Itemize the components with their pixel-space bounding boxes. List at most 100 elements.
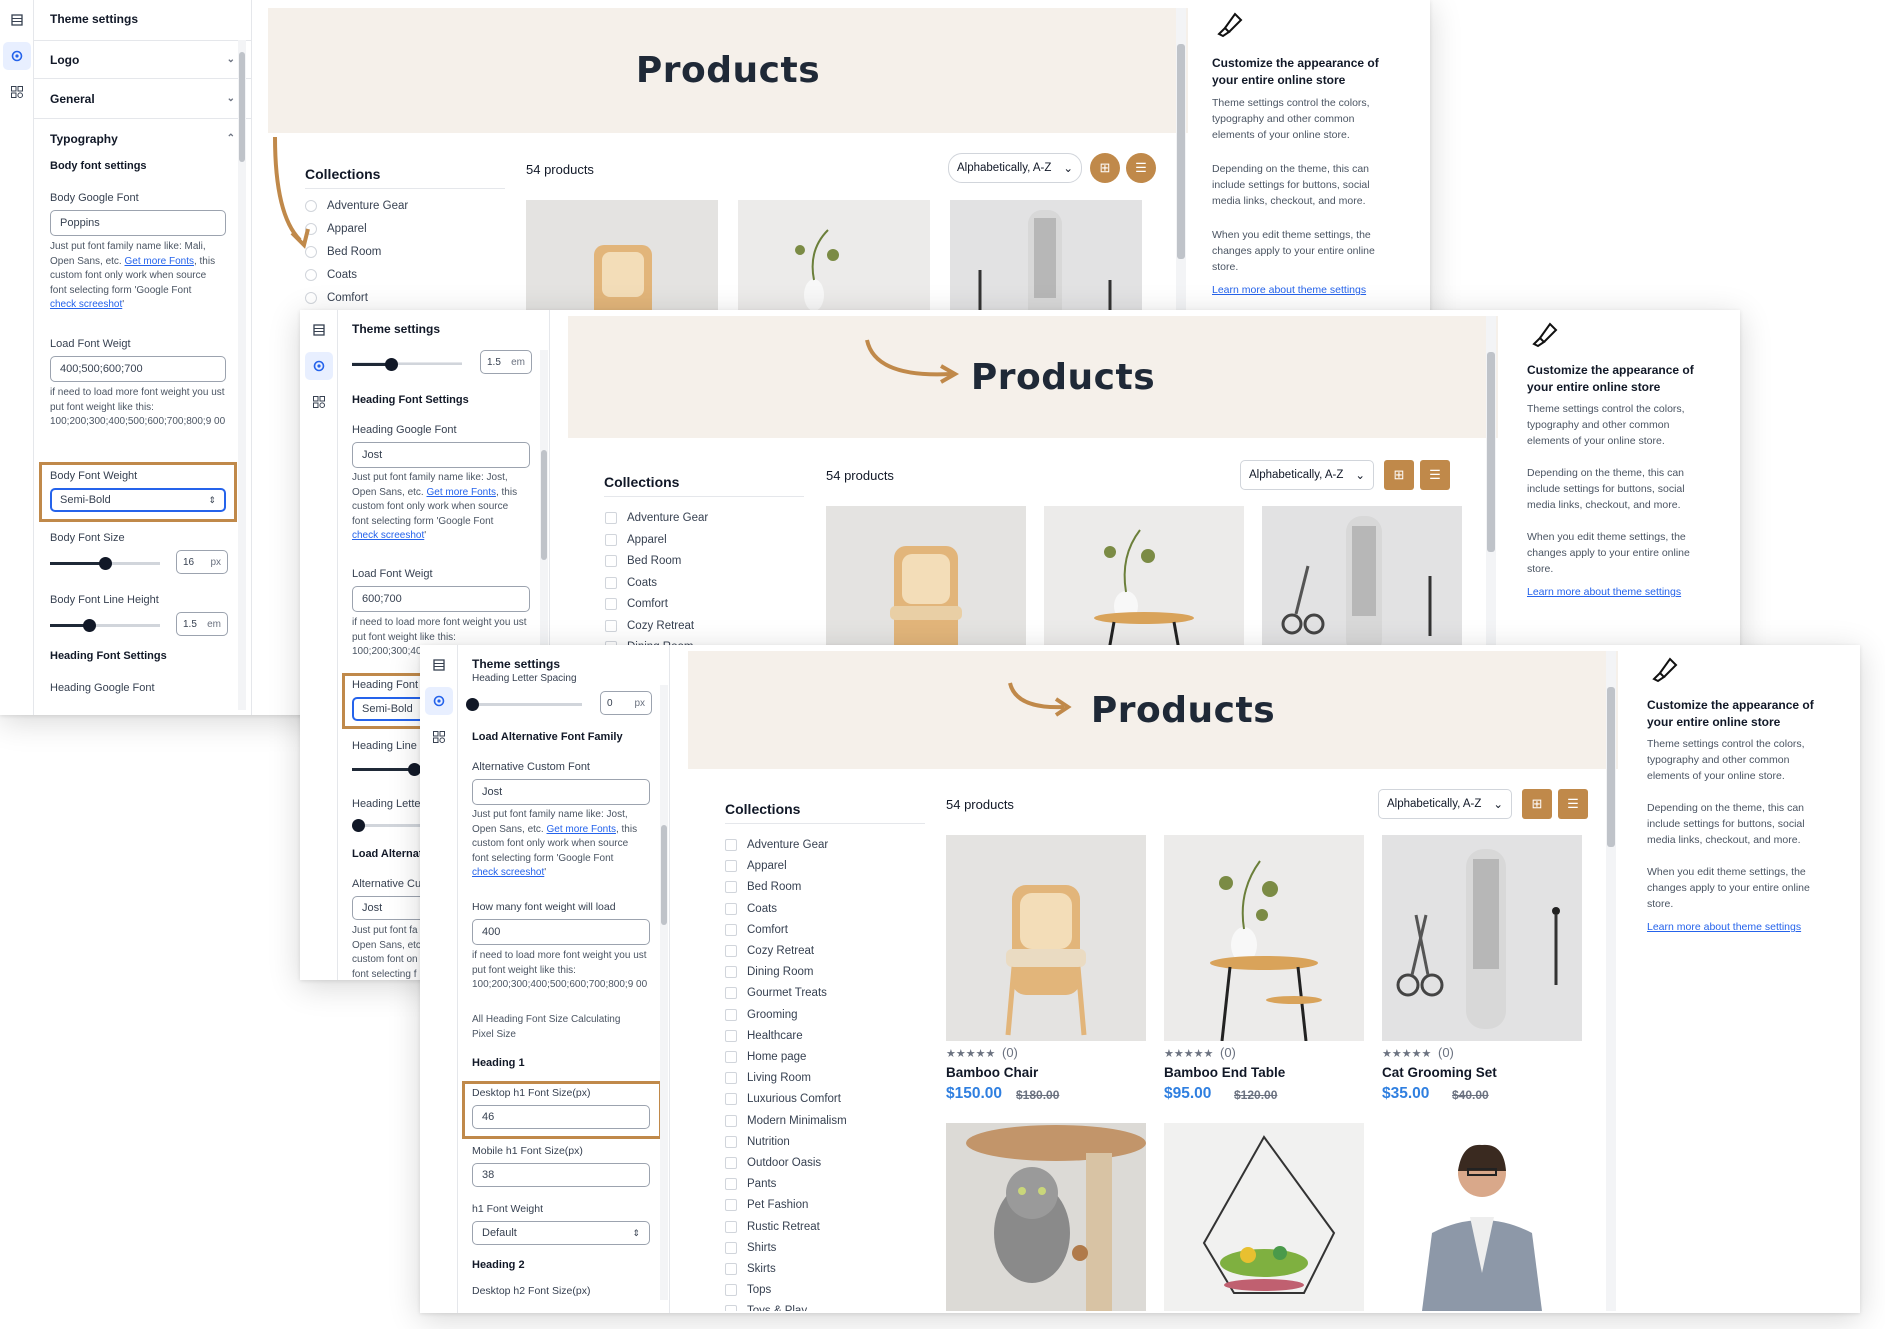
slider-knob[interactable]	[385, 358, 398, 371]
product-name[interactable]: Bamboo Chair	[946, 1065, 1038, 1080]
panel-scrollbar[interactable]	[660, 685, 668, 1300]
collection-checkbox[interactable]	[725, 1093, 737, 1106]
collection-item[interactable]: Rustic Retreat	[725, 1220, 820, 1233]
collection-item[interactable]: Comfort	[725, 923, 788, 936]
collection-item[interactable]: Comfort	[605, 598, 668, 610]
collection-checkbox[interactable]	[725, 1305, 737, 1311]
collection-item[interactable]: Coats	[725, 902, 777, 915]
collection-item[interactable]: Apparel	[725, 860, 787, 873]
collection-item[interactable]: Comfort	[305, 292, 368, 304]
collection-checkbox[interactable]	[725, 1008, 737, 1021]
collection-item[interactable]: Cozy Retreat	[605, 619, 694, 632]
theme-settings-icon[interactable]	[425, 687, 453, 715]
collection-checkbox[interactable]	[725, 1284, 737, 1297]
collection-item[interactable]: Skirts	[725, 1263, 776, 1275]
collection-item[interactable]: Coats	[305, 269, 357, 281]
product-image-chair[interactable]	[526, 200, 718, 325]
collection-item[interactable]: Gourmet Treats	[725, 987, 827, 1000]
product-image-grooming[interactable]	[950, 200, 1142, 325]
list-view-button[interactable]: ☰	[1558, 789, 1588, 819]
body-font-size-slider[interactable]	[50, 557, 160, 570]
collection-checkbox[interactable]	[725, 1135, 737, 1148]
collection-checkbox[interactable]	[725, 839, 737, 851]
collection-checkbox[interactable]	[605, 512, 617, 524]
list-view-button[interactable]: ☰	[1420, 460, 1450, 490]
product-image-cat[interactable]	[946, 1123, 1146, 1311]
slider-knob[interactable]	[83, 619, 96, 632]
learn-more-link[interactable]: Learn more about theme settings	[1527, 586, 1681, 598]
load-font-weight-input[interactable]: 600;700	[352, 586, 530, 612]
sort-select[interactable]: Alphabetically, A-Z ⌄	[1240, 460, 1374, 490]
collection-checkbox[interactable]	[605, 533, 617, 546]
sort-select[interactable]: Alphabetically, A-Z ⌄	[1378, 789, 1512, 819]
collection-checkbox[interactable]	[725, 1157, 737, 1169]
preview-scrollbar[interactable]	[1606, 651, 1616, 1311]
collection-checkbox[interactable]	[605, 555, 617, 567]
panel-scrollbar[interactable]	[238, 40, 246, 710]
collection-checkbox[interactable]	[605, 576, 617, 589]
collection-item[interactable]: Living Room	[725, 1072, 811, 1085]
collection-checkbox[interactable]	[725, 860, 737, 873]
check-screenshot-link[interactable]: check screeshot	[50, 299, 122, 310]
body-line-height-field[interactable]: 1.5 em	[176, 612, 228, 636]
get-more-fonts-link[interactable]: Get more Fonts	[427, 487, 496, 498]
apps-icon[interactable]	[309, 392, 329, 412]
collection-checkbox[interactable]	[725, 1029, 737, 1042]
collection-item[interactable]: Pet Fashion	[725, 1199, 808, 1212]
section-typography[interactable]: Typography ⌃	[34, 118, 251, 158]
section-general[interactable]: General ⌄	[34, 78, 251, 118]
product-image-chair[interactable]	[946, 835, 1146, 1041]
collection-item[interactable]: Nutrition	[725, 1135, 790, 1148]
body-font-size-field[interactable]: 16 px	[176, 550, 228, 574]
sort-select[interactable]: Alphabetically, A-Z ⌄	[948, 153, 1082, 183]
collection-checkbox[interactable]	[725, 1051, 737, 1063]
product-image-table[interactable]	[1044, 506, 1244, 656]
collection-checkbox[interactable]	[725, 923, 737, 936]
letter-spacing-slider[interactable]	[466, 698, 582, 711]
list-view-button[interactable]: ☰	[1126, 153, 1156, 183]
collection-checkbox[interactable]	[725, 1220, 737, 1233]
collection-item[interactable]: Healthcare	[725, 1029, 803, 1042]
collection-item[interactable]: Apparel	[605, 533, 667, 546]
collection-checkbox[interactable]	[725, 1199, 737, 1212]
collection-checkbox[interactable]	[305, 269, 317, 281]
check-screenshot-link[interactable]: check screeshot	[352, 530, 424, 541]
collection-checkbox[interactable]	[725, 1241, 737, 1254]
section-logo[interactable]: Logo ⌄	[34, 40, 251, 78]
collection-item[interactable]: Pants	[725, 1178, 776, 1191]
collection-checkbox[interactable]	[725, 881, 737, 894]
product-image-man[interactable]	[1382, 1123, 1582, 1311]
collection-checkbox[interactable]	[725, 945, 737, 957]
collection-item[interactable]: Tops	[725, 1284, 771, 1297]
collection-checkbox[interactable]	[725, 966, 737, 979]
collection-item[interactable]: Shirts	[725, 1241, 776, 1254]
apps-icon[interactable]	[429, 727, 449, 747]
collection-checkbox[interactable]	[725, 1114, 737, 1127]
desktop-h1-input[interactable]: 46	[472, 1105, 650, 1129]
slider-knob[interactable]	[352, 819, 365, 832]
collection-item[interactable]: Dining Room	[725, 966, 813, 979]
product-image-chair[interactable]	[826, 506, 1026, 656]
grid-view-button[interactable]: ⊞	[1522, 789, 1552, 819]
slider-knob[interactable]	[466, 698, 479, 711]
get-more-fonts-link[interactable]: Get more Fonts	[547, 824, 616, 835]
collection-item[interactable]: Bed Room	[605, 555, 681, 567]
collection-checkbox[interactable]	[725, 902, 737, 915]
product-image-terrarium[interactable]	[1164, 1123, 1364, 1311]
line-height-field[interactable]: 1.5 em	[480, 350, 532, 374]
grid-view-button[interactable]: ⊞	[1090, 153, 1120, 183]
product-image-table[interactable]	[738, 200, 930, 325]
sections-icon[interactable]	[309, 320, 329, 340]
collection-checkbox[interactable]	[605, 598, 617, 610]
product-image-grooming[interactable]	[1262, 506, 1462, 656]
collection-item[interactable]: Cozy Retreat	[725, 945, 814, 957]
product-image-grooming[interactable]	[1382, 835, 1582, 1041]
collection-item[interactable]: Adventure Gear	[725, 839, 828, 851]
product-name[interactable]: Cat Grooming Set	[1382, 1065, 1497, 1080]
product-image-table[interactable]	[1164, 835, 1364, 1041]
collection-item[interactable]: Outdoor Oasis	[725, 1157, 821, 1169]
load-font-weight-input[interactable]: 400;500;600;700	[50, 356, 226, 382]
body-line-height-slider[interactable]	[50, 619, 160, 632]
sections-icon[interactable]	[7, 10, 27, 30]
collection-checkbox[interactable]	[725, 987, 737, 1000]
